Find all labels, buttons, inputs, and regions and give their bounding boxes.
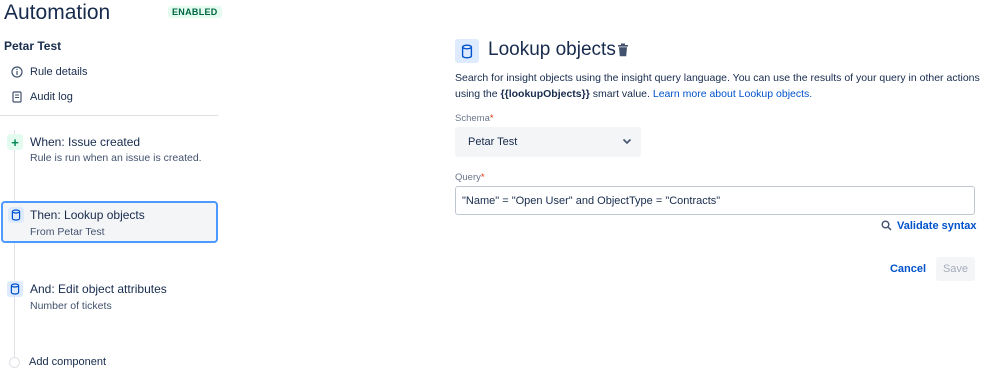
required-mark: * (489, 113, 494, 124)
rule-step-trigger[interactable]: + When: Issue created Rule is run when a… (1, 130, 218, 170)
rule-step-lookup-objects[interactable]: Then: Lookup objects From Petar Test (1, 201, 218, 243)
chevron-down-icon (621, 135, 633, 147)
rule-name: Petar Test (4, 39, 62, 53)
step-title: When: Issue created (30, 135, 141, 149)
document-icon (10, 90, 24, 104)
schema-label: Schema* (455, 113, 494, 124)
schema-label-text: Schema (455, 113, 490, 124)
database-icon (8, 207, 24, 223)
trash-icon[interactable] (617, 43, 631, 59)
schema-select-value: Petar Test (468, 136, 518, 148)
step-subtitle: Number of tickets (30, 300, 112, 312)
rule-step-edit-object-attributes[interactable]: And: Edit object attributes Number of ti… (1, 278, 218, 318)
required-mark: * (480, 172, 485, 183)
query-input[interactable]: "Name" = "Open User" and ObjectType = "C… (455, 186, 975, 215)
validate-syntax-button[interactable]: Validate syntax (881, 220, 977, 232)
panel-description: Search for insight objects using the ins… (455, 70, 985, 102)
validate-syntax-label: Validate syntax (897, 220, 977, 232)
smart-value-code: {{lookupObjects}} (500, 88, 590, 100)
add-component-dot[interactable] (9, 357, 20, 368)
status-badge: ENABLED (168, 6, 222, 18)
app-title: Automation (4, 1, 111, 24)
query-label: Query* (455, 172, 485, 183)
query-label-text: Query (455, 172, 481, 183)
step-subtitle: From Petar Test (30, 226, 105, 238)
learn-more-link[interactable]: Learn more about Lookup objects. (653, 88, 812, 100)
sidebar-item-label: Rule details (30, 66, 88, 78)
save-button[interactable]: Save (936, 257, 975, 281)
step-title: Then: Lookup objects (30, 208, 145, 222)
cancel-button[interactable]: Cancel (884, 257, 932, 281)
sidebar-item-label: Audit log (30, 91, 73, 103)
step-title: And: Edit object attributes (30, 282, 167, 296)
info-icon (10, 65, 24, 79)
schema-select[interactable]: Petar Test (455, 127, 641, 157)
search-icon (881, 220, 893, 232)
sidebar-item-audit-log[interactable]: Audit log (10, 90, 73, 104)
database-icon (455, 39, 479, 63)
panel-title: Lookup objects (488, 39, 616, 60)
step-subtitle: Rule is run when an issue is created. (30, 152, 202, 164)
plus-icon: + (7, 134, 23, 150)
sidebar-item-rule-details[interactable]: Rule details (10, 65, 87, 79)
description-text: smart value. (589, 88, 653, 100)
sidebar-divider (0, 115, 218, 116)
database-icon (7, 281, 23, 297)
add-component-link[interactable]: Add component (29, 356, 106, 368)
